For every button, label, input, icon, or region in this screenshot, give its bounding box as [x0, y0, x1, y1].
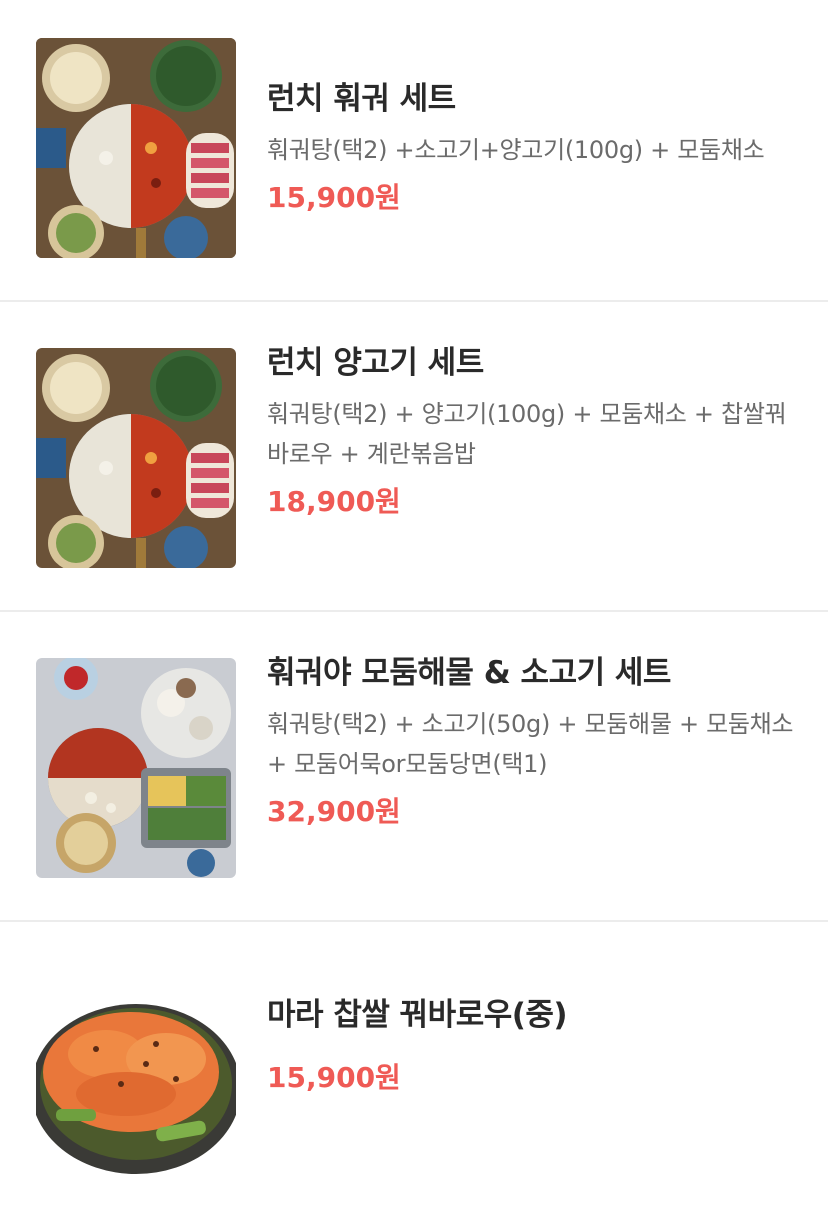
menu-item-info: 마라 찹쌀 꿔바로우(중) 15,900원: [267, 992, 798, 1098]
menu-item-description: 훠궈탕(택2) +소고기+양고기(100g) + 모둠채소: [267, 136, 765, 164]
seafood-hotpot-photo: [36, 658, 236, 878]
menu-item-price: 15,900원: [267, 181, 401, 214]
menu-item-price: 15,900원: [267, 1061, 401, 1094]
sweet-sour-pork-photo: [36, 984, 236, 1204]
menu-item[interactable]: 런치 훠궈 세트 훠궈탕(택2) +소고기+양고기(100g) + 모둠채소 1…: [0, 0, 828, 302]
menu-item-description: 훠궈탕(택2) + 소고기(50g) + 모둠해물 + 모둠채소 + 모둠어묵o…: [267, 710, 794, 778]
menu-item-image[interactable]: [36, 658, 236, 878]
hotpot-photo: [36, 348, 236, 568]
menu-item[interactable]: 마라 찹쌀 꿔바로우(중) 15,900원: [0, 922, 828, 1210]
menu-item-name: 마라 찹쌀 꿔바로우(중): [267, 997, 568, 1033]
menu-item[interactable]: 훠궈야 모둠해물 & 소고기 세트 훠궈탕(택2) + 소고기(50g) + 모…: [0, 612, 828, 922]
menu-item[interactable]: 런치 양고기 세트 훠궈탕(택2) + 양고기(100g) + 모둠채소 + 찹…: [0, 302, 828, 612]
menu-item-description: 훠궈탕(택2) + 양고기(100g) + 모둠채소 + 찹쌀꿔바로우 + 계란…: [267, 400, 787, 468]
hotpot-photo: [36, 38, 236, 258]
menu-item-price: 32,900원: [267, 795, 401, 828]
menu-item-image[interactable]: [36, 348, 236, 568]
menu-item-info: 런치 양고기 세트 훠궈탕(택2) + 양고기(100g) + 모둠채소 + 찹…: [267, 340, 798, 522]
menu-item-name: 런치 양고기 세트: [267, 345, 484, 381]
menu-item-info: 런치 훠궈 세트 훠궈탕(택2) +소고기+양고기(100g) + 모둠채소 1…: [267, 76, 798, 218]
menu-list: 런치 훠궈 세트 훠궈탕(택2) +소고기+양고기(100g) + 모둠채소 1…: [0, 0, 828, 1210]
menu-item-name: 런치 훠궈 세트: [267, 81, 456, 117]
menu-item-image[interactable]: [36, 38, 236, 258]
menu-item-image[interactable]: [36, 984, 236, 1204]
menu-item-info: 훠궈야 모둠해물 & 소고기 세트 훠궈탕(택2) + 소고기(50g) + 모…: [267, 650, 798, 832]
menu-item-price: 18,900원: [267, 485, 401, 518]
menu-item-name: 훠궈야 모둠해물 & 소고기 세트: [267, 655, 671, 691]
